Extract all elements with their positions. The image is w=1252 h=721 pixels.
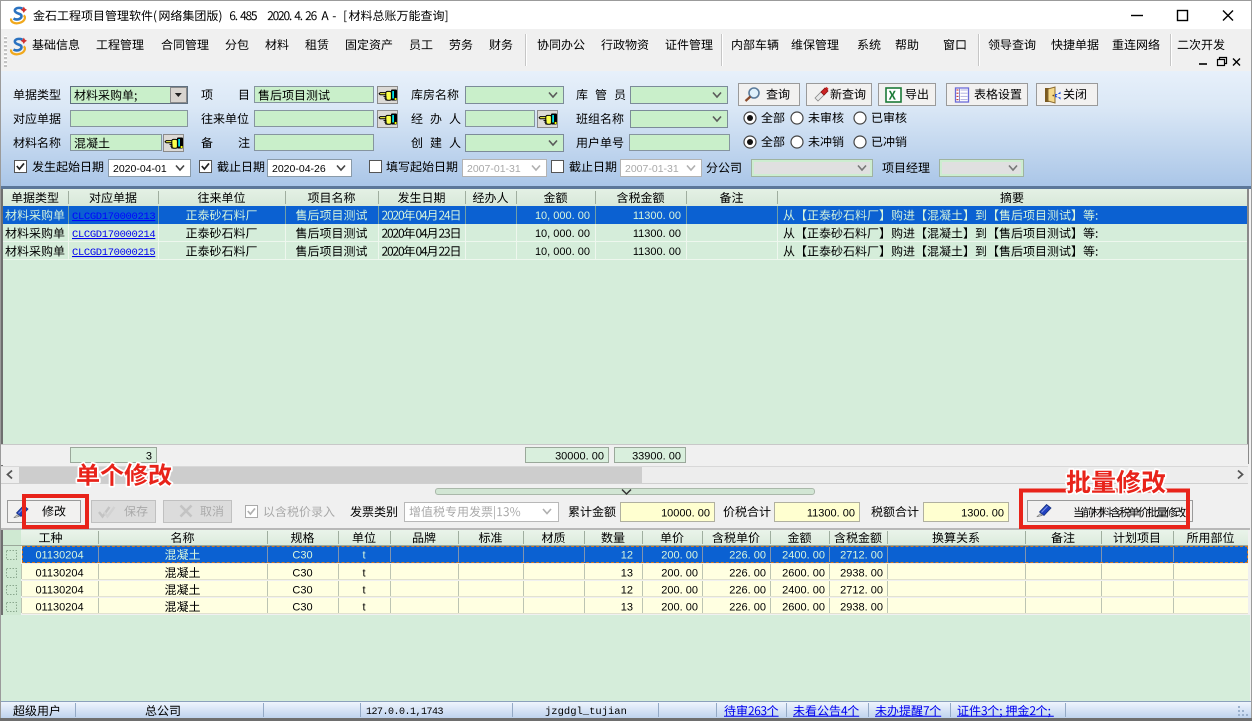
svg-text:2600. 00: 2600. 00 <box>782 568 825 580</box>
svg-text:CLCGD170000215: CLCGD170000215 <box>72 247 155 259</box>
svg-text:t: t <box>362 550 365 562</box>
svg-text:30000. 00: 30000. 00 <box>555 451 604 463</box>
svg-text:2020-04-01: 2020-04-01 <box>113 163 167 175</box>
svg-text:226. 00: 226. 00 <box>729 568 766 580</box>
svg-text:jzgdgl_tujian: jzgdgl_tujian <box>545 706 627 718</box>
svg-text:13: 13 <box>621 602 633 614</box>
svg-text:01130204: 01130204 <box>35 550 83 562</box>
svg-text:2400. 00: 2400. 00 <box>782 585 825 597</box>
svg-text:12: 12 <box>621 550 633 562</box>
svg-text:11300. 00: 11300. 00 <box>633 246 681 258</box>
svg-text:2712. 00: 2712. 00 <box>840 585 883 597</box>
svg-text:10000. 00: 10000. 00 <box>661 508 710 520</box>
svg-text:13: 13 <box>621 568 633 580</box>
svg-text:226. 00: 226. 00 <box>729 550 766 562</box>
svg-text:12: 12 <box>621 585 633 597</box>
svg-text:3: 3 <box>146 451 152 463</box>
svg-text:01130204: 01130204 <box>35 602 83 614</box>
svg-text:10, 000. 00: 10, 000. 00 <box>535 228 590 240</box>
svg-text:226. 00: 226. 00 <box>729 585 766 597</box>
svg-text:11300. 00: 11300. 00 <box>633 210 681 222</box>
svg-text:C30: C30 <box>292 550 312 562</box>
svg-text:200. 00: 200. 00 <box>661 568 698 580</box>
svg-text:200. 00: 200. 00 <box>661 585 698 597</box>
svg-text:C30: C30 <box>292 602 312 614</box>
svg-text:01130204: 01130204 <box>35 585 83 597</box>
svg-text:C30: C30 <box>292 585 312 597</box>
svg-text:C30: C30 <box>292 568 312 580</box>
svg-text:01130204: 01130204 <box>35 568 83 580</box>
svg-text:11300. 00: 11300. 00 <box>807 508 855 520</box>
svg-text:2400. 00: 2400. 00 <box>782 550 825 562</box>
svg-text:2938. 00: 2938. 00 <box>840 568 883 580</box>
svg-text:10, 000. 00: 10, 000. 00 <box>535 210 590 222</box>
svg-text:226. 00: 226. 00 <box>729 602 766 614</box>
svg-text:10, 000. 00: 10, 000. 00 <box>535 246 590 258</box>
svg-text:t: t <box>362 585 365 597</box>
svg-text:t: t <box>362 602 365 614</box>
svg-text:127.0.0.1,1743: 127.0.0.1,1743 <box>366 707 444 718</box>
svg-text:11300. 00: 11300. 00 <box>633 228 681 240</box>
svg-text:200. 00: 200. 00 <box>661 550 698 562</box>
svg-text:2600. 00: 2600. 00 <box>782 602 825 614</box>
svg-text:2020-04-26: 2020-04-26 <box>272 163 326 175</box>
svg-text:t: t <box>362 568 365 580</box>
svg-text:CLCGD170000214: CLCGD170000214 <box>72 229 155 241</box>
svg-text:2007-01-31: 2007-01-31 <box>467 163 521 175</box>
svg-text:1300. 00: 1300. 00 <box>961 508 1004 520</box>
svg-text:33900. 00: 33900. 00 <box>632 451 681 463</box>
svg-text:2712. 00: 2712. 00 <box>840 550 883 562</box>
svg-text:2007-01-31: 2007-01-31 <box>625 163 679 175</box>
svg-text:2938. 00: 2938. 00 <box>840 602 883 614</box>
svg-text:200. 00: 200. 00 <box>661 602 698 614</box>
svg-text:CLCGD170000213: CLCGD170000213 <box>72 211 155 223</box>
